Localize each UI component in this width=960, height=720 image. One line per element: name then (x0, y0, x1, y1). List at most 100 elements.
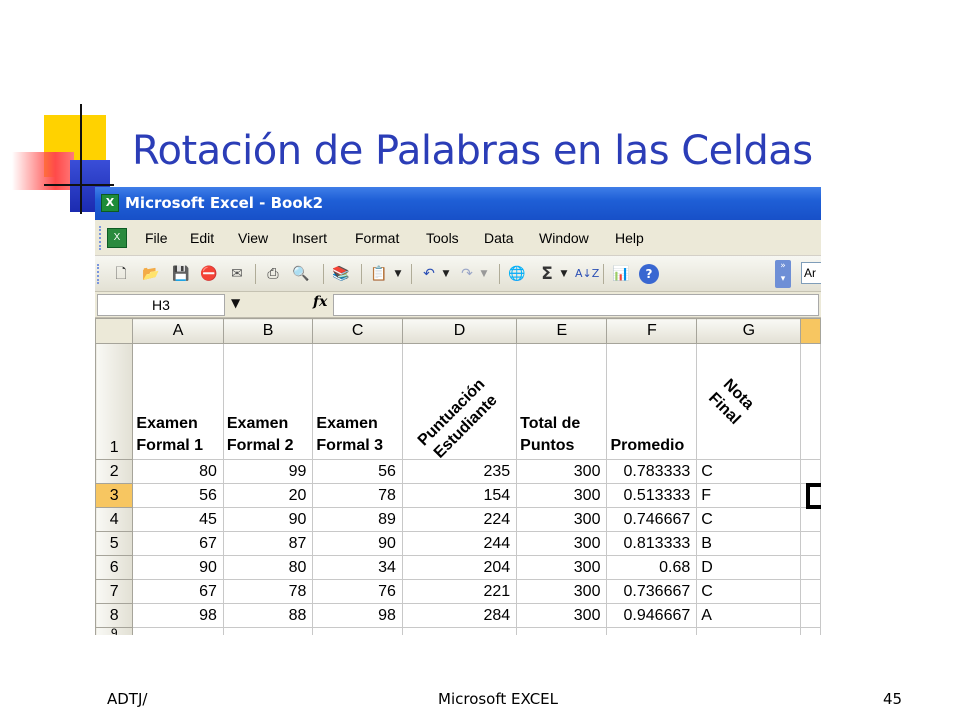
header-cell-c[interactable]: Examen Formal 3 (312, 343, 403, 460)
cell-d[interactable]: 204 (401, 555, 518, 580)
header-cell-g[interactable]: Nota Final (696, 343, 802, 460)
cell-d[interactable]: 284 (401, 603, 518, 628)
row-header[interactable]: 8 (95, 603, 134, 628)
cell-d[interactable]: 235 (401, 459, 518, 484)
cell-g[interactable]: C (696, 507, 802, 532)
cell-c[interactable]: 90 (312, 531, 403, 556)
column-header-h[interactable] (800, 318, 821, 344)
column-header-a[interactable]: A (132, 318, 224, 344)
cell-c[interactable]: 98 (312, 603, 403, 628)
menu-grip-handle[interactable] (99, 226, 102, 250)
menu-edit[interactable]: Edit (190, 230, 214, 246)
cell-a[interactable]: 56 (132, 483, 224, 508)
cell[interactable] (312, 627, 403, 635)
cell-a[interactable]: 45 (132, 507, 224, 532)
menu-format[interactable]: Format (355, 230, 399, 246)
undo-icon[interactable]: ↶ (419, 264, 439, 284)
cell-h[interactable] (800, 579, 821, 604)
cell-d[interactable]: 221 (401, 579, 518, 604)
cell-a[interactable]: 67 (132, 531, 224, 556)
paste-icon[interactable]: 📋 (369, 264, 389, 284)
cell[interactable] (516, 627, 608, 635)
new-icon[interactable]: 🗋 (111, 264, 131, 284)
cell-e[interactable]: 300 (516, 507, 608, 532)
menu-file[interactable]: File (145, 230, 168, 246)
row-header[interactable]: 7 (95, 579, 134, 604)
row-header[interactable]: 5 (95, 531, 134, 556)
cell-g[interactable]: A (696, 603, 802, 628)
cell[interactable] (800, 627, 821, 635)
cell-b[interactable]: 99 (222, 459, 314, 484)
row-header[interactable]: 6 (95, 555, 134, 580)
cell-e[interactable]: 300 (516, 459, 608, 484)
toolbar-grip-handle[interactable] (97, 264, 103, 284)
cell-c[interactable]: 89 (312, 507, 403, 532)
row-header[interactable]: 2 (95, 459, 134, 484)
cell-h[interactable] (800, 459, 821, 484)
cell-h[interactable] (800, 603, 821, 628)
print-icon[interactable]: ⎙ (263, 264, 283, 284)
cell-h[interactable] (800, 507, 821, 532)
cell-h[interactable] (800, 555, 821, 580)
cell-f[interactable]: 0.68 (606, 555, 698, 580)
window-titlebar[interactable]: X Microsoft Excel - Book2 (95, 187, 821, 220)
header-cell-a[interactable]: Examen Formal 1 (132, 343, 224, 460)
redo-icon[interactable]: ↷ (457, 264, 477, 284)
column-header-f[interactable]: F (606, 318, 698, 344)
undo-dropdown-icon[interactable]: ▼ (441, 264, 451, 284)
autosum-icon[interactable]: Σ (537, 264, 557, 284)
menu-window[interactable]: Window (539, 230, 589, 246)
cell-d[interactable]: 154 (401, 483, 518, 508)
cell[interactable] (696, 627, 802, 635)
cell-g[interactable]: C (696, 459, 802, 484)
cell-f[interactable]: 0.946667 (606, 603, 698, 628)
insert-function-icon[interactable]: fx (313, 294, 327, 310)
select-all-corner[interactable] (95, 318, 134, 344)
permission-icon[interactable]: ⛔ (199, 264, 219, 284)
menu-tools[interactable]: Tools (426, 230, 459, 246)
cell-f[interactable]: 0.746667 (606, 507, 698, 532)
column-header-d[interactable]: D (401, 318, 518, 344)
cell-a[interactable]: 98 (132, 603, 224, 628)
save-icon[interactable]: 💾 (171, 264, 191, 284)
active-cell-indicator[interactable] (806, 483, 821, 509)
cell-b[interactable]: 20 (222, 483, 314, 508)
cell-f[interactable]: 0.813333 (606, 531, 698, 556)
email-icon[interactable]: ✉ (227, 264, 247, 284)
cell-e[interactable]: 300 (516, 603, 608, 628)
cell-g[interactable]: D (696, 555, 802, 580)
cell-c[interactable]: 34 (312, 555, 403, 580)
cell[interactable] (606, 627, 698, 635)
hyperlink-icon[interactable]: 🌐 (507, 264, 527, 284)
cell[interactable] (132, 627, 224, 635)
cell-g[interactable]: C (696, 579, 802, 604)
menu-insert[interactable]: Insert (292, 230, 327, 246)
cell[interactable] (222, 627, 314, 635)
cell-f[interactable]: 0.783333 (606, 459, 698, 484)
cell-f[interactable]: 0.736667 (606, 579, 698, 604)
name-box[interactable]: H3 (97, 294, 225, 316)
workbook-icon[interactable]: X (107, 228, 127, 248)
cell-g[interactable]: F (696, 483, 802, 508)
header-cell-f[interactable]: Promedio (606, 343, 698, 460)
autosum-dropdown-icon[interactable]: ▼ (559, 264, 569, 284)
menu-help[interactable]: Help (615, 230, 644, 246)
cell-b[interactable]: 90 (222, 507, 314, 532)
print-preview-icon[interactable]: 🔍 (291, 264, 311, 284)
cell-b[interactable]: 80 (222, 555, 314, 580)
cell-b[interactable]: 88 (222, 603, 314, 628)
cell-b[interactable]: 87 (222, 531, 314, 556)
sort-ascending-icon[interactable]: A↓Z (575, 264, 599, 284)
cell-c[interactable]: 56 (312, 459, 403, 484)
excel-app-icon[interactable]: X (101, 194, 119, 212)
cell-g[interactable]: B (696, 531, 802, 556)
row-header[interactable]: 1 (95, 343, 134, 460)
redo-dropdown-icon[interactable]: ▼ (479, 264, 489, 284)
open-icon[interactable]: 📂 (141, 264, 161, 284)
row-header[interactable]: 9 (95, 627, 134, 635)
cell-e[interactable]: 300 (516, 531, 608, 556)
header-cell-b[interactable]: Examen Formal 2 (222, 343, 314, 460)
cell-d[interactable]: 224 (401, 507, 518, 532)
column-header-e[interactable]: E (516, 318, 608, 344)
cell-e[interactable]: 300 (516, 579, 608, 604)
